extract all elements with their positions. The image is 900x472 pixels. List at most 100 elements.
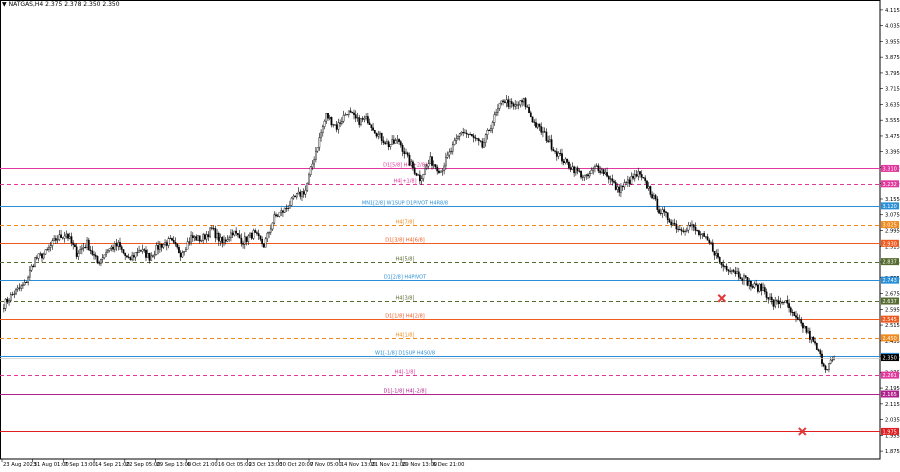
candle-body [516, 104, 518, 106]
candle-body [382, 140, 385, 143]
candle-body [521, 100, 524, 103]
candle-body [13, 293, 16, 295]
candle-body [8, 300, 10, 303]
candle-body [727, 269, 730, 272]
x-tick-label: 14 Sep 21:00 [95, 462, 130, 468]
candle-body [323, 120, 326, 127]
candle-body [722, 264, 725, 267]
candle-body [236, 232, 239, 235]
candle-body [295, 193, 298, 198]
candle-body [828, 363, 830, 370]
candle-body [67, 233, 69, 239]
candle-body [339, 122, 342, 124]
candle-body [74, 244, 76, 248]
candle-body [110, 246, 113, 249]
candle-body [89, 249, 92, 252]
candle-body [649, 186, 652, 195]
candle-body [658, 209, 660, 214]
candle-body [817, 349, 820, 351]
level-label: W1[-1/8] D1SUP H4S0/8 [375, 351, 435, 357]
chart-menu-icon[interactable]: ▼ [2, 1, 7, 8]
candle-body [575, 167, 577, 174]
candle-body [689, 225, 692, 227]
candle-body [523, 98, 525, 103]
x-tick-label: 7 Nov 05:00 [310, 462, 342, 468]
candle-body [597, 165, 600, 172]
candle-body [58, 234, 61, 240]
candle-body [410, 161, 413, 166]
price-chart[interactable]: D1[5/8] H4[+2/8] H4[+1/8] MN1[2/8] W1SUP D… [0, 0, 900, 468]
candle-body [22, 284, 24, 287]
chart-root[interactable]: ▼ NATGAS,H4 2.375 2.378 2.350 2.350 D1[5/… [0, 0, 900, 468]
candle-body [155, 245, 158, 255]
candle-body [776, 300, 778, 302]
y-tick-label: 1.875 [885, 449, 900, 455]
candle-body [264, 238, 267, 248]
candle-body [831, 359, 834, 361]
candle-body [633, 174, 636, 179]
candle-body [585, 174, 588, 176]
candle-body [479, 140, 482, 142]
candle-body [670, 221, 673, 226]
candle-body [380, 132, 383, 141]
candle-body [581, 176, 584, 178]
candle-body [230, 232, 232, 238]
y-tick-label: 3.555 [885, 118, 900, 124]
y-tick-label: 2.595 [885, 307, 900, 313]
candle-body [545, 131, 548, 141]
candle-body [221, 237, 224, 243]
candle-body [737, 271, 740, 278]
candle-body [146, 253, 149, 258]
candle-body [710, 242, 712, 244]
candle-body [51, 240, 54, 246]
candle-body [399, 141, 402, 146]
candle-body [774, 300, 777, 307]
candle-body [464, 132, 466, 134]
candle-body [289, 205, 291, 209]
candle-body [781, 301, 784, 303]
candle-body [228, 237, 231, 240]
candle-body [720, 262, 723, 265]
candle-body [419, 174, 421, 182]
candle-body [777, 300, 780, 305]
candle-body [98, 262, 101, 264]
candle-body [224, 239, 227, 242]
candle-body [20, 285, 23, 289]
y-tick-label: 3.795 [885, 71, 900, 77]
candle-body [167, 238, 170, 246]
candle-body [503, 101, 506, 104]
candle-body [280, 210, 283, 213]
candle-body [290, 197, 293, 206]
candle-body [29, 270, 31, 278]
candle-body [725, 266, 728, 271]
candle-body [656, 198, 659, 210]
candle-body [786, 300, 789, 304]
candle-body [202, 234, 205, 241]
candle-body [441, 170, 444, 172]
candle-body [141, 249, 144, 252]
candle-body [308, 174, 310, 184]
candle-body [443, 165, 446, 171]
candle-body [550, 139, 553, 150]
x-tick-label: 23 Oct 13:00 [249, 462, 283, 468]
candle-body [637, 171, 640, 177]
candle-body [35, 257, 38, 259]
candle-body [219, 237, 222, 242]
price-tag-label: 3.310 [883, 166, 897, 172]
candle-body [46, 249, 49, 251]
candle-body [791, 312, 794, 313]
candle-body [651, 194, 654, 199]
candle-body [315, 150, 317, 160]
candle-body [486, 130, 489, 135]
candle-body [193, 236, 196, 239]
candle-body [568, 162, 570, 168]
candle-body [555, 151, 558, 157]
candle-body [103, 254, 106, 259]
y-tick-label: 3.075 [885, 213, 900, 219]
candle-body [292, 195, 295, 199]
candle-body [519, 100, 522, 106]
candle-body [334, 124, 336, 126]
candle-body [398, 139, 400, 142]
candle-body [484, 134, 487, 143]
candle-body [96, 256, 99, 264]
